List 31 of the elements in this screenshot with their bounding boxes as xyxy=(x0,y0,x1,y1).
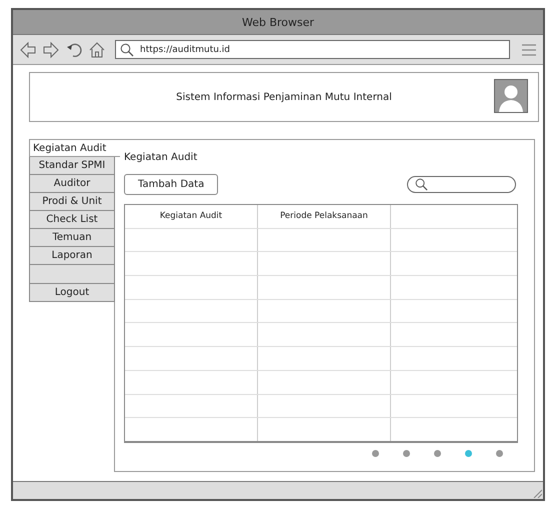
forward-icon[interactable] xyxy=(42,40,60,58)
site-title: Sistem Informasi Penjaminan Mutu Internal xyxy=(176,92,392,102)
window-title: Web Browser xyxy=(242,16,314,28)
nav-tab[interactable]: Standar SPMI xyxy=(29,157,115,175)
nav-tab[interactable]: Temuan xyxy=(29,229,115,247)
home-icon[interactable] xyxy=(88,40,106,58)
add-data-button[interactable]: Tambah Data xyxy=(124,174,218,195)
menu-icon[interactable] xyxy=(521,42,537,56)
panel-title: Kegiatan Audit xyxy=(124,152,198,163)
nav-tab[interactable]: Prodi & Unit xyxy=(29,193,115,211)
column-header: Periode Pelaksanaan xyxy=(257,205,390,228)
search-field[interactable] xyxy=(407,176,516,193)
page-dot[interactable] xyxy=(496,450,503,457)
search-icon xyxy=(415,178,428,191)
back-icon[interactable] xyxy=(19,40,37,58)
nav-tab[interactable]: Kegiatan Audit xyxy=(29,139,120,157)
page-dot[interactable] xyxy=(434,450,441,457)
nav-tab[interactable]: Check List xyxy=(29,211,115,229)
search-icon xyxy=(120,42,134,56)
page-dot[interactable] xyxy=(465,450,472,457)
user-avatar-icon[interactable] xyxy=(494,79,528,113)
nav-tab[interactable]: Laporan xyxy=(29,247,115,265)
page-dot[interactable] xyxy=(403,450,410,457)
resize-grip-icon[interactable] xyxy=(533,489,542,498)
reload-icon[interactable] xyxy=(65,40,83,58)
nav-tab[interactable]: Logout xyxy=(29,284,115,302)
column-header: Kegiatan Audit xyxy=(158,210,224,224)
address-field[interactable]: https://auditmutu.id xyxy=(115,40,510,59)
url-text: https://auditmutu.id xyxy=(140,44,230,54)
page-dot[interactable] xyxy=(372,450,379,457)
nav-tab[interactable]: Auditor xyxy=(29,175,115,193)
